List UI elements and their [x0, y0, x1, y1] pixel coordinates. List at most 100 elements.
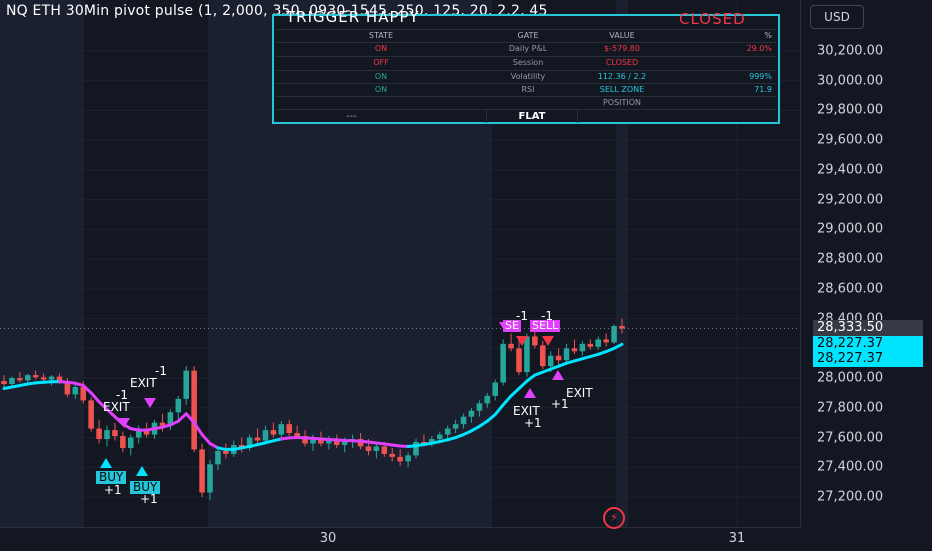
header-state: STATE — [276, 30, 486, 42]
row-value: SELL ZONE — [572, 84, 672, 96]
candle-body — [556, 356, 562, 360]
candle-body — [445, 429, 451, 435]
candle-body — [183, 371, 189, 399]
buy-arrow-icon — [100, 458, 112, 468]
candle-body — [96, 429, 102, 439]
candle-body — [49, 377, 55, 380]
status-table: TRIGGER HAPPY CLOSED STATE GATE VALUE % … — [272, 14, 780, 124]
row-value: $-579.80 — [572, 43, 672, 55]
candle-body — [524, 336, 530, 372]
price-tick-label: 29,600.00 — [817, 133, 883, 148]
table-status: CLOSED — [679, 10, 746, 28]
row-state: ON — [276, 84, 486, 96]
table-row: ON Volatility 112.36 / 2.2 999% — [276, 70, 776, 83]
exit-arrow-icon — [524, 388, 536, 398]
candle-body — [374, 446, 380, 450]
buy-sub-label-2: +1 — [140, 492, 158, 506]
candle-body — [540, 345, 546, 366]
row-value: CLOSED — [572, 57, 672, 69]
header-pct: % — [676, 30, 772, 42]
candle-body — [41, 377, 47, 379]
candle-body — [366, 446, 372, 450]
position-label: POSITION — [572, 97, 672, 109]
candle-body — [453, 424, 459, 428]
candle-body — [461, 417, 467, 424]
signal-exit-label: EXIT — [130, 376, 157, 390]
signal-label: +1 — [551, 397, 569, 411]
position-value: FLAT — [486, 110, 578, 123]
candle-body — [469, 411, 475, 417]
price-tick-label: 27,200.00 — [817, 490, 883, 505]
row-gate: RSI — [488, 84, 568, 96]
candle-body — [516, 348, 522, 372]
price-tick-label: 29,000.00 — [817, 222, 883, 237]
candle-body — [104, 430, 110, 439]
table-row: ON Daily P&L $-579.80 29.0% — [276, 42, 776, 55]
last-price-tag: 28,333.50 — [813, 320, 923, 336]
table-header-row: STATE GATE VALUE % — [276, 29, 776, 42]
candle-body — [508, 344, 514, 348]
time-tick-30: 30 — [320, 531, 337, 546]
candle-body — [342, 442, 348, 445]
candle-body — [1, 381, 7, 384]
row-state: ON — [276, 43, 486, 55]
row-pct: 71.9 — [676, 84, 772, 96]
candle-body — [25, 375, 31, 380]
candle-body — [176, 399, 182, 412]
candle-body — [294, 433, 300, 436]
candle-body — [485, 396, 491, 403]
row-pct: 999% — [676, 71, 772, 83]
candle-body — [286, 424, 292, 433]
ma-price-tag-2: 28,227.37 — [813, 351, 923, 367]
sell-signal-2: SELL — [530, 320, 560, 332]
row-gate: Daily P&L — [488, 43, 568, 55]
candle-body — [199, 449, 205, 492]
header-gate: GATE — [488, 30, 568, 42]
row-value: 112.36 / 2.2 — [572, 71, 672, 83]
candle-body — [120, 436, 126, 448]
candle-body — [271, 430, 277, 434]
price-tick-label: 28,600.00 — [817, 281, 883, 296]
tradingview-bolt-icon[interactable]: ⚡ — [603, 507, 625, 529]
candle-body — [215, 451, 221, 464]
time-tick-31: 31 — [729, 531, 746, 546]
sell-signal: SE — [503, 320, 521, 332]
row-pct: 29.0% — [676, 43, 772, 55]
candle-body — [580, 344, 586, 351]
price-axis[interactable]: 30,200.0030,000.0029,800.0029,600.0029,4… — [800, 0, 932, 527]
sell-arrow-icon — [542, 336, 554, 346]
candle-body — [112, 430, 118, 436]
position-row: --- FLAT — [276, 109, 776, 123]
time-axis[interactable]: 30 31 — [0, 527, 800, 551]
ma-line-segment — [519, 381, 527, 388]
candle-body — [532, 336, 538, 345]
candle-body — [279, 424, 285, 434]
price-tick-label: 28,000.00 — [817, 371, 883, 386]
row-state: ON — [276, 71, 486, 83]
candle-body — [477, 403, 483, 410]
candle-body — [263, 430, 269, 440]
price-tick-label: 30,200.00 — [817, 44, 883, 59]
table-row: OFF Session CLOSED — [276, 56, 776, 69]
candle-body — [128, 438, 134, 448]
candle-body — [500, 344, 506, 383]
exit-arrow-icon — [552, 370, 564, 380]
candle-body — [389, 454, 395, 457]
signal-label: +1 — [524, 416, 542, 430]
ma-line-segment — [511, 388, 519, 395]
candle-body — [9, 378, 15, 384]
row-state: OFF — [276, 57, 486, 69]
price-tick-label: 27,600.00 — [817, 430, 883, 445]
row-gate: Session — [488, 57, 568, 69]
ma-line-segment — [178, 414, 186, 421]
candle-body — [405, 455, 411, 461]
candle-body — [564, 348, 570, 360]
buy-sub-label: +1 — [104, 483, 122, 497]
candle-body — [595, 339, 601, 346]
signal-exit-label: EXIT — [103, 400, 130, 414]
candle-body — [548, 356, 554, 366]
ma-line-segment — [503, 396, 511, 405]
candle-body — [223, 451, 229, 454]
currency-selector[interactable]: USD — [810, 5, 864, 29]
candle-body — [382, 446, 388, 453]
